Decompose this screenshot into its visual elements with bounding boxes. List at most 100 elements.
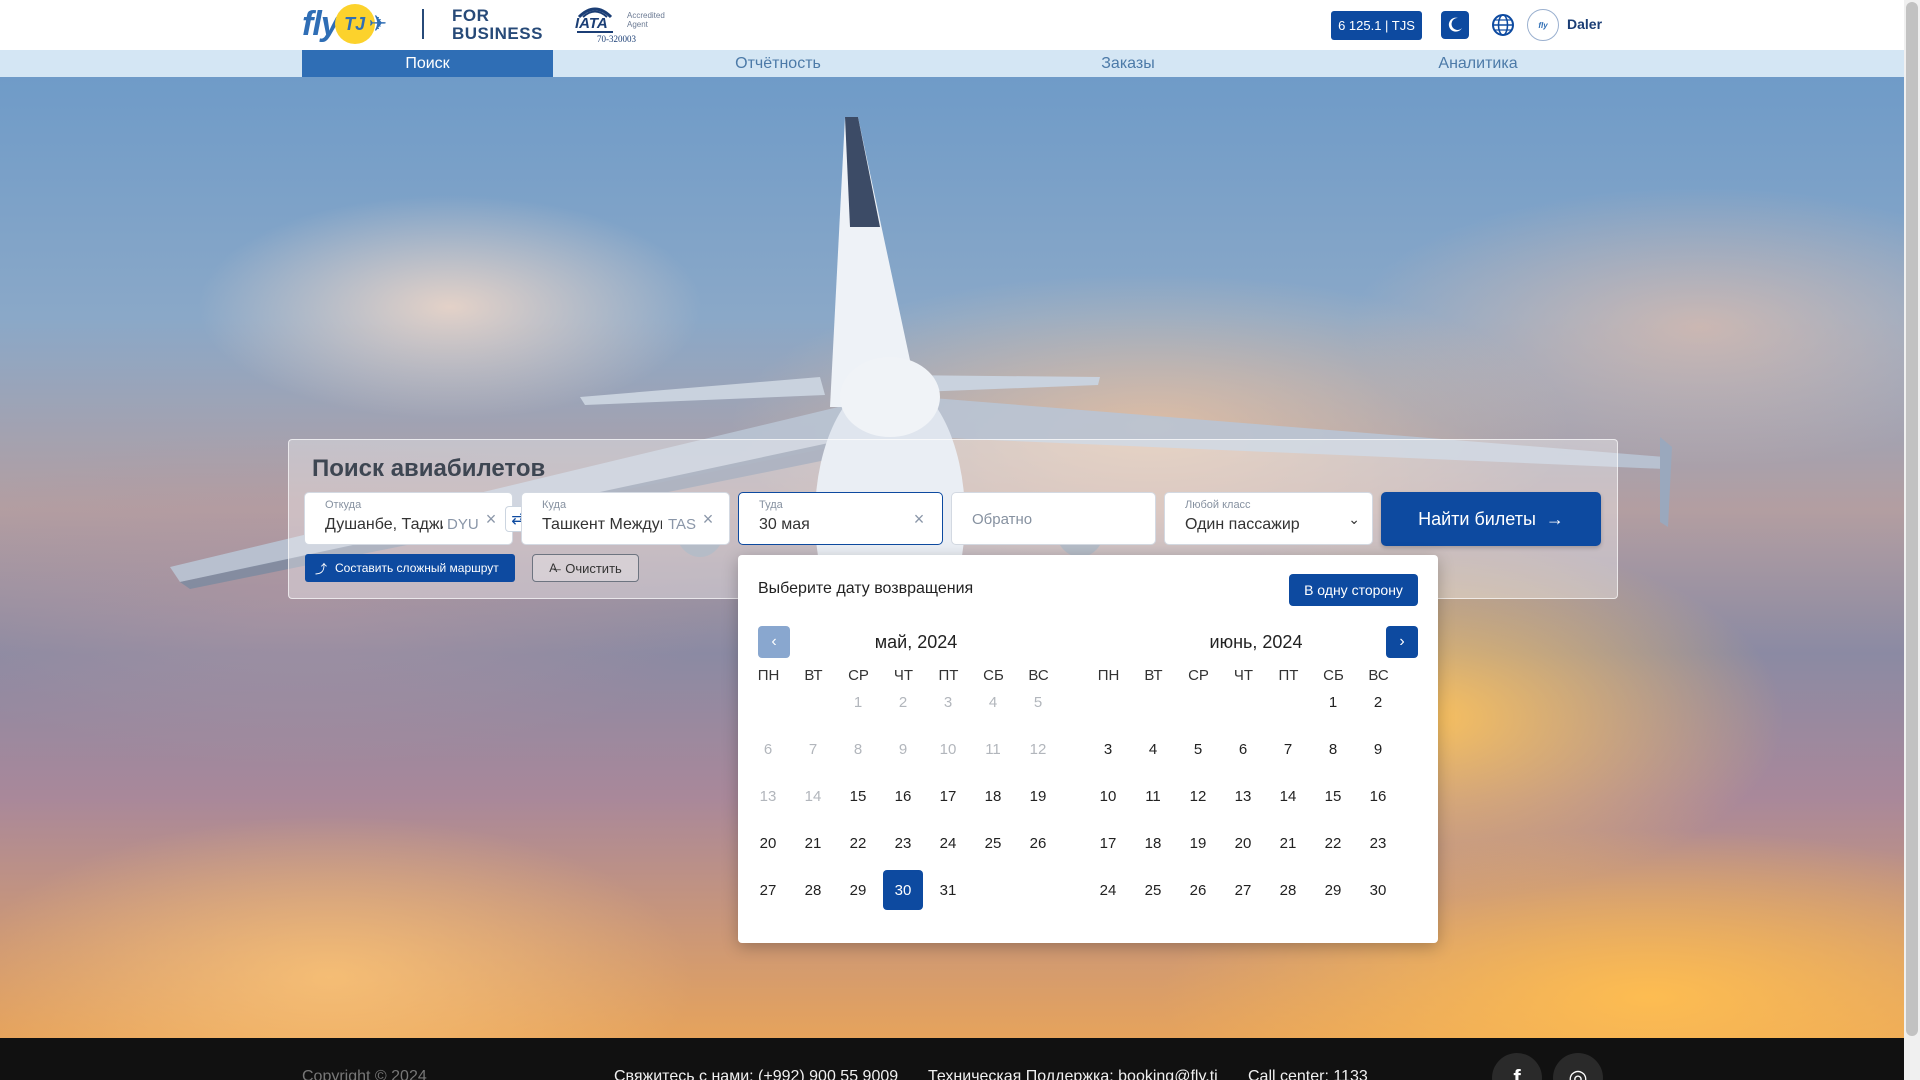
language-globe-icon[interactable] — [1489, 11, 1517, 39]
calendar-day: 8 — [853, 740, 863, 758]
calendar-day[interactable]: 20 — [748, 823, 788, 863]
calendar-day[interactable]: 9 — [1358, 729, 1398, 769]
calendar-day[interactable]: 29 — [838, 870, 878, 910]
from-clear-icon[interactable]: × — [482, 510, 500, 528]
main-nav: Поиск Отчётность Заказы Аналитика — [0, 50, 1904, 77]
arrow-right-icon: → — [1545, 508, 1564, 529]
calendar-day[interactable]: 25 — [973, 823, 1013, 863]
from-label: Откуда — [325, 499, 362, 511]
nav-tab-analytics[interactable]: Аналитика — [1253, 50, 1703, 77]
calendar-day[interactable]: 3 — [1088, 729, 1128, 769]
calendar-day[interactable]: 28 — [793, 870, 833, 910]
passengers-select[interactable]: Любой класс Один пассажир ⌄ — [1164, 492, 1373, 545]
nav-tab-orders[interactable]: Заказы — [1003, 50, 1253, 77]
calendar-day[interactable]: 19 — [1178, 823, 1218, 863]
calendar-day[interactable]: 29 — [1313, 870, 1353, 910]
to-code: TAS — [668, 516, 697, 533]
calendar-day[interactable]: 28 — [1268, 870, 1308, 910]
calendar-day: 3 — [943, 693, 953, 711]
calendar-day: 11 — [985, 740, 1001, 758]
weekday-label: ВТ — [1144, 667, 1163, 684]
flytj-logo[interactable]: fly TJ ✈ — [302, 2, 387, 46]
return-placeholder: Обратно — [972, 511, 1033, 528]
username[interactable]: Daler — [1567, 16, 1602, 32]
calendar-day[interactable]: 22 — [838, 823, 878, 863]
to-label: Куда — [542, 499, 567, 511]
calendar-day[interactable]: 19 — [1018, 776, 1058, 816]
logo-divider — [422, 9, 424, 39]
calendar-day[interactable]: 23 — [1358, 823, 1398, 863]
calendar-day[interactable]: 18 — [973, 776, 1013, 816]
calendar-day[interactable]: 21 — [1268, 823, 1308, 863]
calendar-day[interactable]: 20 — [1223, 823, 1263, 863]
calendar-day[interactable]: 11 — [1133, 776, 1173, 816]
calendar-day[interactable]: 14 — [1268, 776, 1308, 816]
balance-badge[interactable]: 6 125.1 | TJS — [1331, 11, 1422, 40]
calendar-day[interactable]: 23 — [883, 823, 923, 863]
calendar-day[interactable]: 18 — [1133, 823, 1173, 863]
plane-icon: ✈ — [368, 11, 388, 36]
class-label: Любой класс — [1185, 499, 1251, 511]
calendar-day[interactable]: 30 — [1358, 870, 1398, 910]
calendar-day[interactable]: 13 — [1223, 776, 1263, 816]
calendar-day[interactable]: 12 — [1178, 776, 1218, 816]
calendar-day: 12 — [1029, 740, 1047, 758]
calendar-day[interactable]: 6 — [1223, 729, 1263, 769]
footer: Copyright © 2024 Свяжитесь с нами: (+992… — [0, 1038, 1904, 1080]
contact-phone[interactable]: Свяжитесь с нами: (+992) 900 55 9009 — [614, 1068, 898, 1080]
calendar-day[interactable]: 24 — [928, 823, 968, 863]
calendar-day: 2 — [898, 693, 908, 711]
complex-route-button[interactable]: ⤴ Составить сложный маршрут — [305, 554, 515, 582]
calendar-day[interactable]: 17 — [928, 776, 968, 816]
calendar-day[interactable]: 15 — [1313, 776, 1353, 816]
calendar-day[interactable]: 17 — [1088, 823, 1128, 863]
top-header: fly TJ ✈ FOR BUSINESS IATA 70-320003 Acc… — [0, 0, 1904, 50]
for-business-line2: BUSINESS — [452, 24, 543, 43]
clear-label: Очистить — [565, 560, 622, 576]
calendar-day: 4 — [988, 693, 998, 711]
calendar-day[interactable]: 8 — [1313, 729, 1353, 769]
calendar-day[interactable]: 31 — [928, 870, 968, 910]
nav-tab-reporting[interactable]: Отчётность — [553, 50, 1003, 77]
calendar-day[interactable]: 7 — [1268, 729, 1308, 769]
calendar-title: Выберите дату возвращения — [758, 580, 974, 597]
calendar-day: 14 — [804, 787, 822, 805]
to-field[interactable]: Куда Ташкент Международный TAS × — [521, 492, 730, 545]
calendar-day[interactable]: 16 — [883, 776, 923, 816]
calendar-day[interactable]: 25 — [1133, 870, 1173, 910]
clear-button[interactable]: A̶ Очистить — [532, 554, 639, 582]
passengers-value: Один пассажир — [1185, 516, 1300, 533]
calendar-day[interactable]: 1 — [1313, 682, 1353, 722]
support-email[interactable]: Техническая Поддержка: booking@fly.tj — [928, 1068, 1218, 1080]
calendar-day[interactable]: 21 — [793, 823, 833, 863]
calendar-day[interactable]: 27 — [748, 870, 788, 910]
depart-clear-icon[interactable]: × — [910, 510, 928, 528]
depart-date-field[interactable]: Туда 30 мая × — [738, 492, 943, 545]
route-icon: ⤴ — [315, 561, 328, 576]
call-center: Call center: 1133 — [1248, 1068, 1368, 1080]
find-tickets-button[interactable]: Найти билеты → — [1381, 492, 1601, 546]
nav-tab-search[interactable]: Поиск — [302, 50, 553, 77]
calendar-day[interactable]: 26 — [1018, 823, 1058, 863]
scrollbar-thumb[interactable] — [1906, 2, 1918, 1036]
return-date-field[interactable]: Обратно — [951, 492, 1156, 545]
calendar-day[interactable]: 22 — [1313, 823, 1353, 863]
calendar-day[interactable]: 4 — [1133, 729, 1173, 769]
calendar-day[interactable]: 15 — [838, 776, 878, 816]
calendar-day: 9 — [898, 740, 908, 758]
calendar-day[interactable]: 5 — [1178, 729, 1218, 769]
calendar-day[interactable]: 10 — [1088, 776, 1128, 816]
to-clear-icon[interactable]: × — [699, 510, 717, 528]
iata-number: 70-320003 — [597, 34, 636, 44]
user-avatar[interactable]: fly — [1527, 9, 1559, 41]
month-title-may: май, 2024 — [874, 632, 958, 652]
from-field[interactable]: Откуда Душанбе, Таджикистан DYU × — [304, 492, 513, 545]
calendar-day[interactable]: 30 — [883, 870, 923, 910]
one-way-button[interactable]: В одну сторону — [1289, 574, 1418, 606]
calendar-day[interactable]: 27 — [1223, 870, 1263, 910]
dark-mode-moon-icon[interactable] — [1441, 11, 1469, 39]
calendar-day[interactable]: 16 — [1358, 776, 1398, 816]
calendar-day[interactable]: 26 — [1178, 870, 1218, 910]
calendar-day[interactable]: 2 — [1358, 682, 1398, 722]
calendar-day[interactable]: 24 — [1088, 870, 1128, 910]
